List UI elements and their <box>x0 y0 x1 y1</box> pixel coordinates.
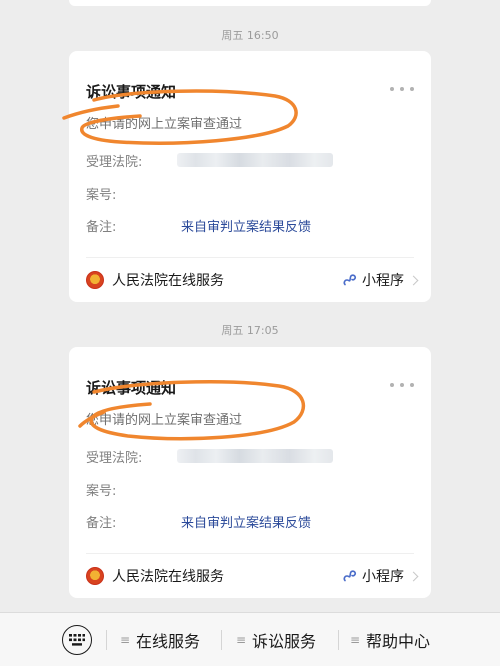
court-label: 受理法院: <box>86 155 143 170</box>
menu-label: 在线服务 <box>136 632 201 651</box>
menu-list-icon: ≡ <box>236 633 247 647</box>
menu-litigation-service[interactable]: ≡ 诉讼服务 <box>236 613 316 666</box>
court-emblem-icon <box>86 567 104 585</box>
court-value-redacted <box>177 153 333 167</box>
menu-separator <box>338 630 339 650</box>
court-label: 受理法院: <box>86 451 143 466</box>
chevron-right-icon <box>408 571 419 581</box>
message-timestamp: 周五 16:50 <box>221 29 279 42</box>
card-divider <box>86 553 414 554</box>
menu-label: 诉讼服务 <box>252 632 317 651</box>
mini-program-label: 小程序 <box>362 569 404 585</box>
chevron-right-icon <box>408 275 419 285</box>
notification-card[interactable]: 诉讼事项通知 您申请的网上立案审查通过 受理法院: 案号: 备注: 来自审判立案… <box>69 347 431 598</box>
court-value-redacted <box>177 449 333 463</box>
card-subtitle: 您申请的网上立案审查通过 <box>86 117 243 132</box>
mini-program-label: 小程序 <box>362 273 404 289</box>
menu-list-icon: ≡ <box>350 633 361 647</box>
menu-help-center[interactable]: ≡ 帮助中心 <box>350 613 430 666</box>
case-number-label: 案号: <box>86 484 117 499</box>
service-name: 人民法院在线服务 <box>112 569 224 585</box>
note-label: 备注: <box>86 516 117 531</box>
more-options-icon[interactable] <box>390 381 414 389</box>
card-footer[interactable]: 人民法院在线服务 小程序 <box>86 267 419 293</box>
note-value: 来自审判立案结果反馈 <box>181 220 312 235</box>
more-options-icon[interactable] <box>390 85 414 93</box>
menu-separator <box>221 630 222 650</box>
card-title: 诉讼事项通知 <box>86 379 177 397</box>
service-name: 人民法院在线服务 <box>112 273 224 289</box>
case-number-label: 案号: <box>86 188 117 203</box>
mini-program-icon <box>343 274 357 286</box>
menu-label: 帮助中心 <box>366 632 431 651</box>
card-subtitle: 您申请的网上立案审查通过 <box>86 413 243 428</box>
previous-message-card <box>69 0 431 6</box>
card-divider <box>86 257 414 258</box>
message-timestamp: 周五 17:05 <box>221 324 279 337</box>
keyboard-toggle-icon[interactable] <box>62 624 92 655</box>
card-title: 诉讼事项通知 <box>86 83 177 101</box>
note-label: 备注: <box>86 220 117 235</box>
card-footer[interactable]: 人民法院在线服务 小程序 <box>86 563 419 589</box>
note-value: 来自审判立案结果反馈 <box>181 516 312 531</box>
menu-separator <box>106 630 107 650</box>
notification-card[interactable]: 诉讼事项通知 您申请的网上立案审查通过 受理法院: 案号: 备注: 来自审判立案… <box>69 51 431 302</box>
bottom-menu-bar: ≡ 在线服务 ≡ 诉讼服务 ≡ 帮助中心 <box>0 612 500 666</box>
mini-program-icon <box>343 570 357 582</box>
court-emblem-icon <box>86 271 104 289</box>
menu-online-service[interactable]: ≡ 在线服务 <box>120 613 200 666</box>
menu-list-icon: ≡ <box>120 633 131 647</box>
